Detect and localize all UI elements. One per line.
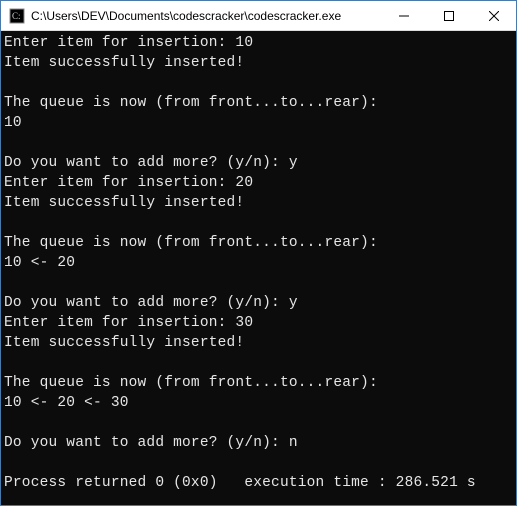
window-title: C:\Users\DEV\Documents\codescracker\code… <box>31 9 381 23</box>
close-button[interactable] <box>471 1 516 30</box>
app-icon: C: <box>9 8 25 24</box>
console-output[interactable]: Enter item for insertion: 10 Item succes… <box>1 31 516 505</box>
minimize-button[interactable] <box>381 1 426 30</box>
maximize-button[interactable] <box>426 1 471 30</box>
svg-text:C:: C: <box>12 11 21 21</box>
window-controls <box>381 1 516 30</box>
titlebar[interactable]: C: C:\Users\DEV\Documents\codescracker\c… <box>1 1 516 31</box>
window-frame: C: C:\Users\DEV\Documents\codescracker\c… <box>0 0 517 506</box>
